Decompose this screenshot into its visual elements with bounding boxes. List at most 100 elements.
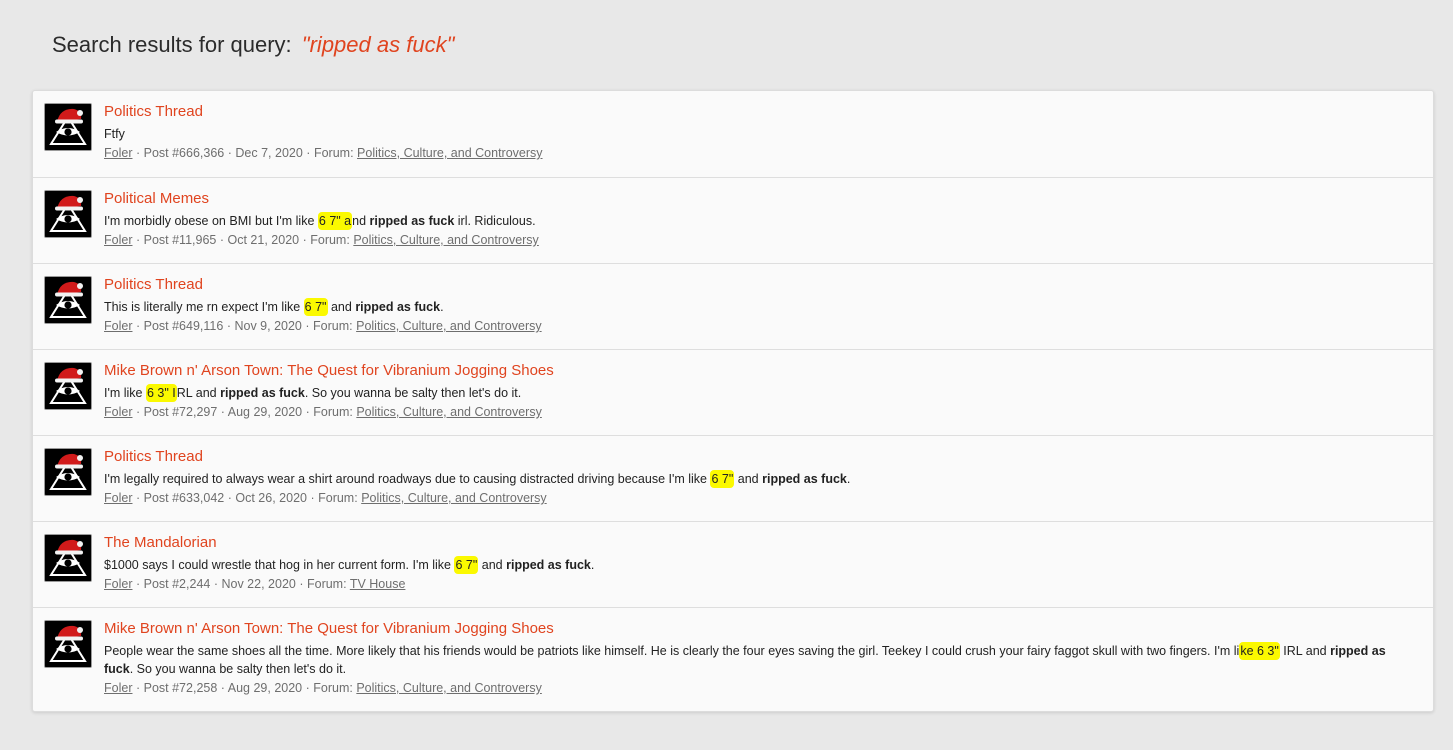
thread-title-link[interactable]: Politics Thread [104,275,203,294]
santa-hat-illuminati-eye-icon [45,191,91,237]
post-date: Oct 21, 2020 [227,233,300,247]
thread-title-link[interactable]: Mike Brown n' Arson Town: The Quest for … [104,361,554,380]
post-date: Aug 29, 2020 [227,681,303,695]
snippet-text: I'm morbidly obese on BMI but I'm like [104,214,318,228]
post-number: Post #649,116 [143,319,224,333]
forum-link[interactable]: TV House [350,577,406,591]
search-result-item: Politics Thread This is literally me rn … [33,263,1433,349]
matched-term: ripped as fuck [220,386,305,400]
post-meta: Foler · Post #649,116 · Nov 9, 2020 · Fo… [104,318,1421,334]
snippet-text: nd [352,214,370,228]
page-title: Search results for query: "ripped as fuc… [52,32,454,58]
author-link[interactable]: Foler [104,491,132,505]
meta-separator: · [310,491,315,505]
meta-separator: · [135,319,141,333]
meta-separator: · [219,233,225,247]
search-result-item: Politics Thread I'm legally required to … [33,435,1433,521]
post-snippet: This is literally me rn expect I'm like … [104,298,1421,316]
forum-link[interactable]: Politics, Culture, and Controversy [361,491,547,505]
author-link[interactable]: Foler [104,405,132,419]
forum-link[interactable]: Politics, Culture, and Controversy [356,405,542,419]
meta-separator: · [135,146,141,160]
thread-title-link[interactable]: Political Memes [104,189,209,208]
post-number: Post #633,042 [143,491,225,505]
snippet-text: . So you wanna be salty then let's do it… [304,386,522,400]
post-number: Post #72,297 [143,405,218,419]
search-highlight: 6 7" [710,470,735,488]
post-date: Aug 29, 2020 [227,405,303,419]
author-link[interactable]: Foler [104,233,132,247]
avatar[interactable] [44,534,92,582]
forum-link[interactable]: Politics, Culture, and Controversy [357,146,543,160]
santa-hat-illuminati-eye-icon [45,104,91,150]
meta-separator: · [302,233,307,247]
search-highlight: 6 7" [454,556,479,574]
meta-separator: · [135,681,141,695]
forum-link[interactable]: Politics, Culture, and Controversy [356,681,542,695]
post-snippet: I'm legally required to always wear a sh… [104,470,1421,488]
snippet-text: and [327,300,356,314]
santa-hat-illuminati-eye-icon [45,535,91,581]
thread-title-link[interactable]: Mike Brown n' Arson Town: The Quest for … [104,619,554,638]
snippet-text: and [478,558,507,572]
avatar[interactable] [44,362,92,410]
forum-label: Forum: [313,681,353,695]
forum-label: Forum: [318,491,358,505]
search-highlight: 6 7" a [317,212,353,230]
meta-separator: · [135,405,141,419]
santa-hat-illuminati-eye-icon [45,449,91,495]
meta-separator: · [306,146,311,160]
avatar[interactable] [44,103,92,151]
search-results-list: Politics Thread Ftfy Foler · Post #666,3… [32,90,1434,712]
forum-link[interactable]: Politics, Culture, and Controversy [356,319,542,333]
post-meta: Foler · Post #72,258 · Aug 29, 2020 · Fo… [104,680,1421,696]
post-number: Post #72,258 [143,681,218,695]
meta-separator: · [305,405,310,419]
meta-separator: · [305,681,310,695]
author-link[interactable]: Foler [104,319,132,333]
search-highlight: 6 3" I [145,384,177,402]
forum-label: Forum: [313,405,353,419]
thread-title-link[interactable]: The Mandalorian [104,533,217,552]
avatar[interactable] [44,448,92,496]
post-snippet: Ftfy [104,125,1421,143]
meta-separator: · [227,491,232,505]
meta-separator: · [220,405,225,419]
post-date: Nov 22, 2020 [221,577,296,591]
search-query: "ripped as fuck" [301,32,455,57]
post-meta: Foler · Post #2,244 · Nov 22, 2020 · For… [104,576,1421,592]
snippet-text: . [440,300,444,314]
meta-separator: · [135,577,141,591]
forum-label: Forum: [306,577,347,591]
search-result-item: Political Memes I'm morbidly obese on BM… [33,177,1433,263]
post-number: Post #666,366 [143,146,225,160]
meta-separator: · [135,233,141,247]
avatar[interactable] [44,190,92,238]
matched-term: ripped as fuck [369,214,455,228]
post-number: Post #2,244 [143,577,211,591]
avatar[interactable] [44,276,92,324]
snippet-text: People wear the same shoes all the time.… [104,644,1240,658]
author-link[interactable]: Foler [104,577,132,591]
thread-title-link[interactable]: Politics Thread [104,447,203,466]
search-result-item: Politics Thread Ftfy Foler · Post #666,3… [33,91,1433,177]
meta-separator: · [227,146,232,160]
post-meta: Foler · Post #72,297 · Aug 29, 2020 · Fo… [104,404,1421,420]
search-result-item: The Mandalorian $1000 says I could wrest… [33,521,1433,607]
forum-label: Forum: [313,146,354,160]
author-link[interactable]: Foler [104,681,132,695]
snippet-text: This is literally me rn expect I'm like [104,300,304,314]
forum-link[interactable]: Politics, Culture, and Controversy [353,233,539,247]
meta-separator: · [220,681,225,695]
thread-title-link[interactable]: Politics Thread [104,102,203,121]
snippet-text: $1000 says I could wrestle that hog in h… [104,558,455,572]
snippet-text: RL and [176,386,221,400]
santa-hat-illuminati-eye-icon [45,621,91,667]
meta-separator: · [135,491,141,505]
snippet-text: Ftfy [104,127,125,141]
avatar[interactable] [44,620,92,668]
snippet-text: . [846,472,851,486]
search-highlight: 6 7" [303,298,328,316]
forum-label: Forum: [313,319,353,333]
author-link[interactable]: Foler [104,146,132,160]
